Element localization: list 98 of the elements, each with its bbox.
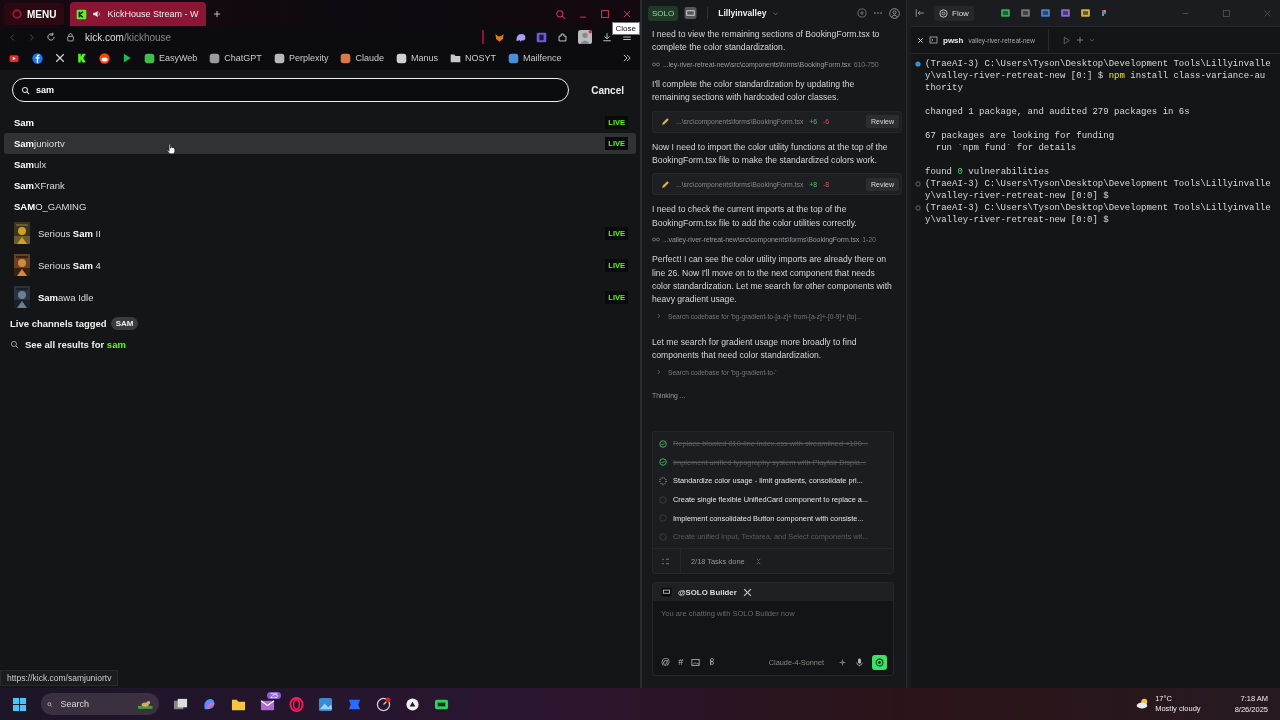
hand-cursor-icon (166, 142, 176, 156)
task-view-icon[interactable] (173, 696, 188, 712)
search-icon (47, 699, 53, 709)
pencil-icon (661, 179, 670, 189)
panel-icon[interactable] (684, 7, 698, 19)
design-icon[interactable] (708, 657, 717, 667)
collapse-icon[interactable] (754, 557, 762, 565)
assistant-message: Perfect! I can see the color utility imports are already there on line 26. Now I'll move on to the next component that needs color standardization. Let me search for other components with heavy gradient usage. (652, 253, 892, 307)
link-icon (652, 61, 660, 67)
search-icon (10, 340, 19, 349)
channel-result[interactable]: SamXFrank (4, 175, 636, 196)
bookmark[interactable]: EasyWeb (144, 52, 198, 64)
avatar[interactable] (578, 30, 592, 44)
speaker-icon (92, 9, 103, 19)
assistant-message: I need to check the current imports at the top of the BookingForm.tsx file to add the color utilities correctly. (652, 203, 858, 230)
sparkle-icon[interactable] (838, 657, 847, 667)
bookmark[interactable]: Perplexity (273, 52, 329, 64)
insert-symbol-button[interactable]: @ (661, 657, 671, 667)
square-logo-icon[interactable] (77, 53, 87, 63)
assistant-message: Let me search for gradient usage more broadly to find components that need color standardization. (652, 335, 858, 363)
menu-button[interactable]: MENU (4, 3, 65, 25)
video-logo-icon[interactable] (8, 53, 20, 63)
cancel-button[interactable]: Cancel (585, 84, 630, 96)
windows-logo-icon[interactable] (12, 696, 27, 712)
circle-logo-icon[interactable] (32, 52, 43, 64)
lock-icon (66, 32, 75, 42)
tooltip: Close (611, 22, 640, 35)
reload-icon[interactable] (46, 32, 56, 42)
solo-toggle[interactable]: SOLO (648, 5, 679, 21)
channel-result[interactable]: Samulx (4, 154, 636, 175)
see-all-link[interactable]: See all results for sam (0, 334, 136, 355)
flow-button[interactable]: Flow (934, 5, 974, 21)
terminal-panel-icon[interactable] (1019, 8, 1031, 18)
search-icon (21, 85, 30, 95)
bookmark[interactable]: ChatGPT (209, 52, 262, 64)
run-icon[interactable] (1061, 35, 1071, 45)
logo-icon (76, 8, 88, 20)
send-button[interactable] (872, 654, 887, 670)
new-chat-icon[interactable] (857, 8, 867, 18)
collapse-panel-icon[interactable] (915, 8, 925, 18)
aperture-icon (939, 8, 948, 18)
user-icon[interactable] (889, 7, 900, 19)
fox-icon[interactable] (494, 31, 505, 43)
terminal-tab[interactable]: pwsh (943, 35, 964, 45)
download-icon[interactable] (602, 32, 612, 42)
list-icon[interactable] (661, 556, 670, 566)
x-logo-icon[interactable] (55, 53, 65, 63)
terminal-command: (TraeAI-3) C:\Users\Tyson\Desktop\Development Tools\Lillyinvalley\valley-river-retreat-new [0:0] $ (925, 202, 1271, 226)
chat-panel-icon[interactable] (999, 8, 1011, 18)
ghost-icon[interactable] (515, 31, 526, 43)
search-icon[interactable] (555, 8, 566, 20)
browser-panel-icon[interactable] (1039, 8, 1051, 18)
pencil-icon (661, 117, 670, 127)
bookmark[interactable]: Mailfence (507, 52, 562, 64)
preview-panel-icon[interactable] (1079, 8, 1091, 18)
bot-icon (661, 587, 672, 597)
chevron-icon (656, 369, 662, 376)
browser-tab[interactable]: KickHouse Stream - W (70, 2, 207, 26)
play-icon[interactable] (122, 53, 132, 63)
terminal-output: found 0 vulnerabilities (925, 166, 1051, 178)
add-icon[interactable] (1075, 36, 1084, 44)
logo-icon (12, 9, 22, 19)
assistant-message: I need to view the remaining sections of BookingForm.tsx to complete the color standardization. (652, 28, 881, 55)
terminal-icon (929, 36, 938, 44)
photos-icon[interactable] (318, 696, 333, 712)
assistant-message: I'll complete the color standardization by updating the remaining sections with hardcoded color classes. (652, 77, 856, 105)
channel-result[interactable]: SAMO_GAMING (4, 196, 636, 217)
search-input[interactable]: sam (36, 85, 561, 95)
image-icon[interactable] (691, 657, 701, 667)
terminal-command: (TraeAI-3) C:\Users\Tyson\Desktop\Development Tools\Lillyinvalley\valley-river-retreat-new [0:] $ npm install class-variance-authority (925, 58, 1271, 94)
search-field[interactable]: sam (12, 78, 570, 102)
chevron-icon (656, 313, 662, 320)
bookmark[interactable]: Manus (395, 52, 438, 64)
bookmark[interactable]: Claude (340, 52, 384, 64)
new-tab-icon[interactable] (212, 9, 223, 19)
insert-symbol-button[interactable]: # (678, 657, 684, 667)
search-input[interactable]: Search (58, 698, 133, 710)
columns-panel-icon[interactable] (1059, 8, 1071, 18)
assistant-message: Now I need to import the color utility functions at the top of the BookingForm.tsx file to make the standardized colors work. (652, 140, 889, 168)
tagged-label: Live channels tagged (10, 318, 107, 329)
taskbar-search[interactable]: Search (41, 693, 159, 715)
terminal-output: 67 packages are looking for funding run `npm fund` for details (925, 130, 1116, 154)
terminal-command: (TraeAI-3) C:\Users\Tyson\Desktop\Development Tools\Lillyinvalley\valley-river-retreat-new [0:0] $ (925, 178, 1271, 202)
bookmark-folder[interactable]: NOSYT (449, 53, 496, 63)
design-logo-icon[interactable] (1099, 7, 1108, 19)
more-bookmarks-icon[interactable] (622, 53, 632, 63)
link-icon (652, 237, 660, 243)
gauge-icon[interactable] (376, 696, 391, 712)
address-bar[interactable]: kick.com/kickhouse (85, 31, 172, 43)
tag-chip[interactable]: SAM (110, 317, 139, 330)
link-preview: https://kick.com/samjuniortv (0, 670, 119, 686)
copilot-icon[interactable] (202, 696, 217, 712)
terminal-output: changed 1 package, and audited 279 packages in 6s (925, 106, 1191, 118)
round-logo-icon[interactable] (99, 52, 110, 64)
maximize-icon[interactable] (600, 9, 610, 19)
project-name[interactable]: Lillyinvalley (718, 8, 767, 18)
ring-browser-icon[interactable] (289, 696, 304, 712)
microphone-icon[interactable] (855, 657, 864, 667)
